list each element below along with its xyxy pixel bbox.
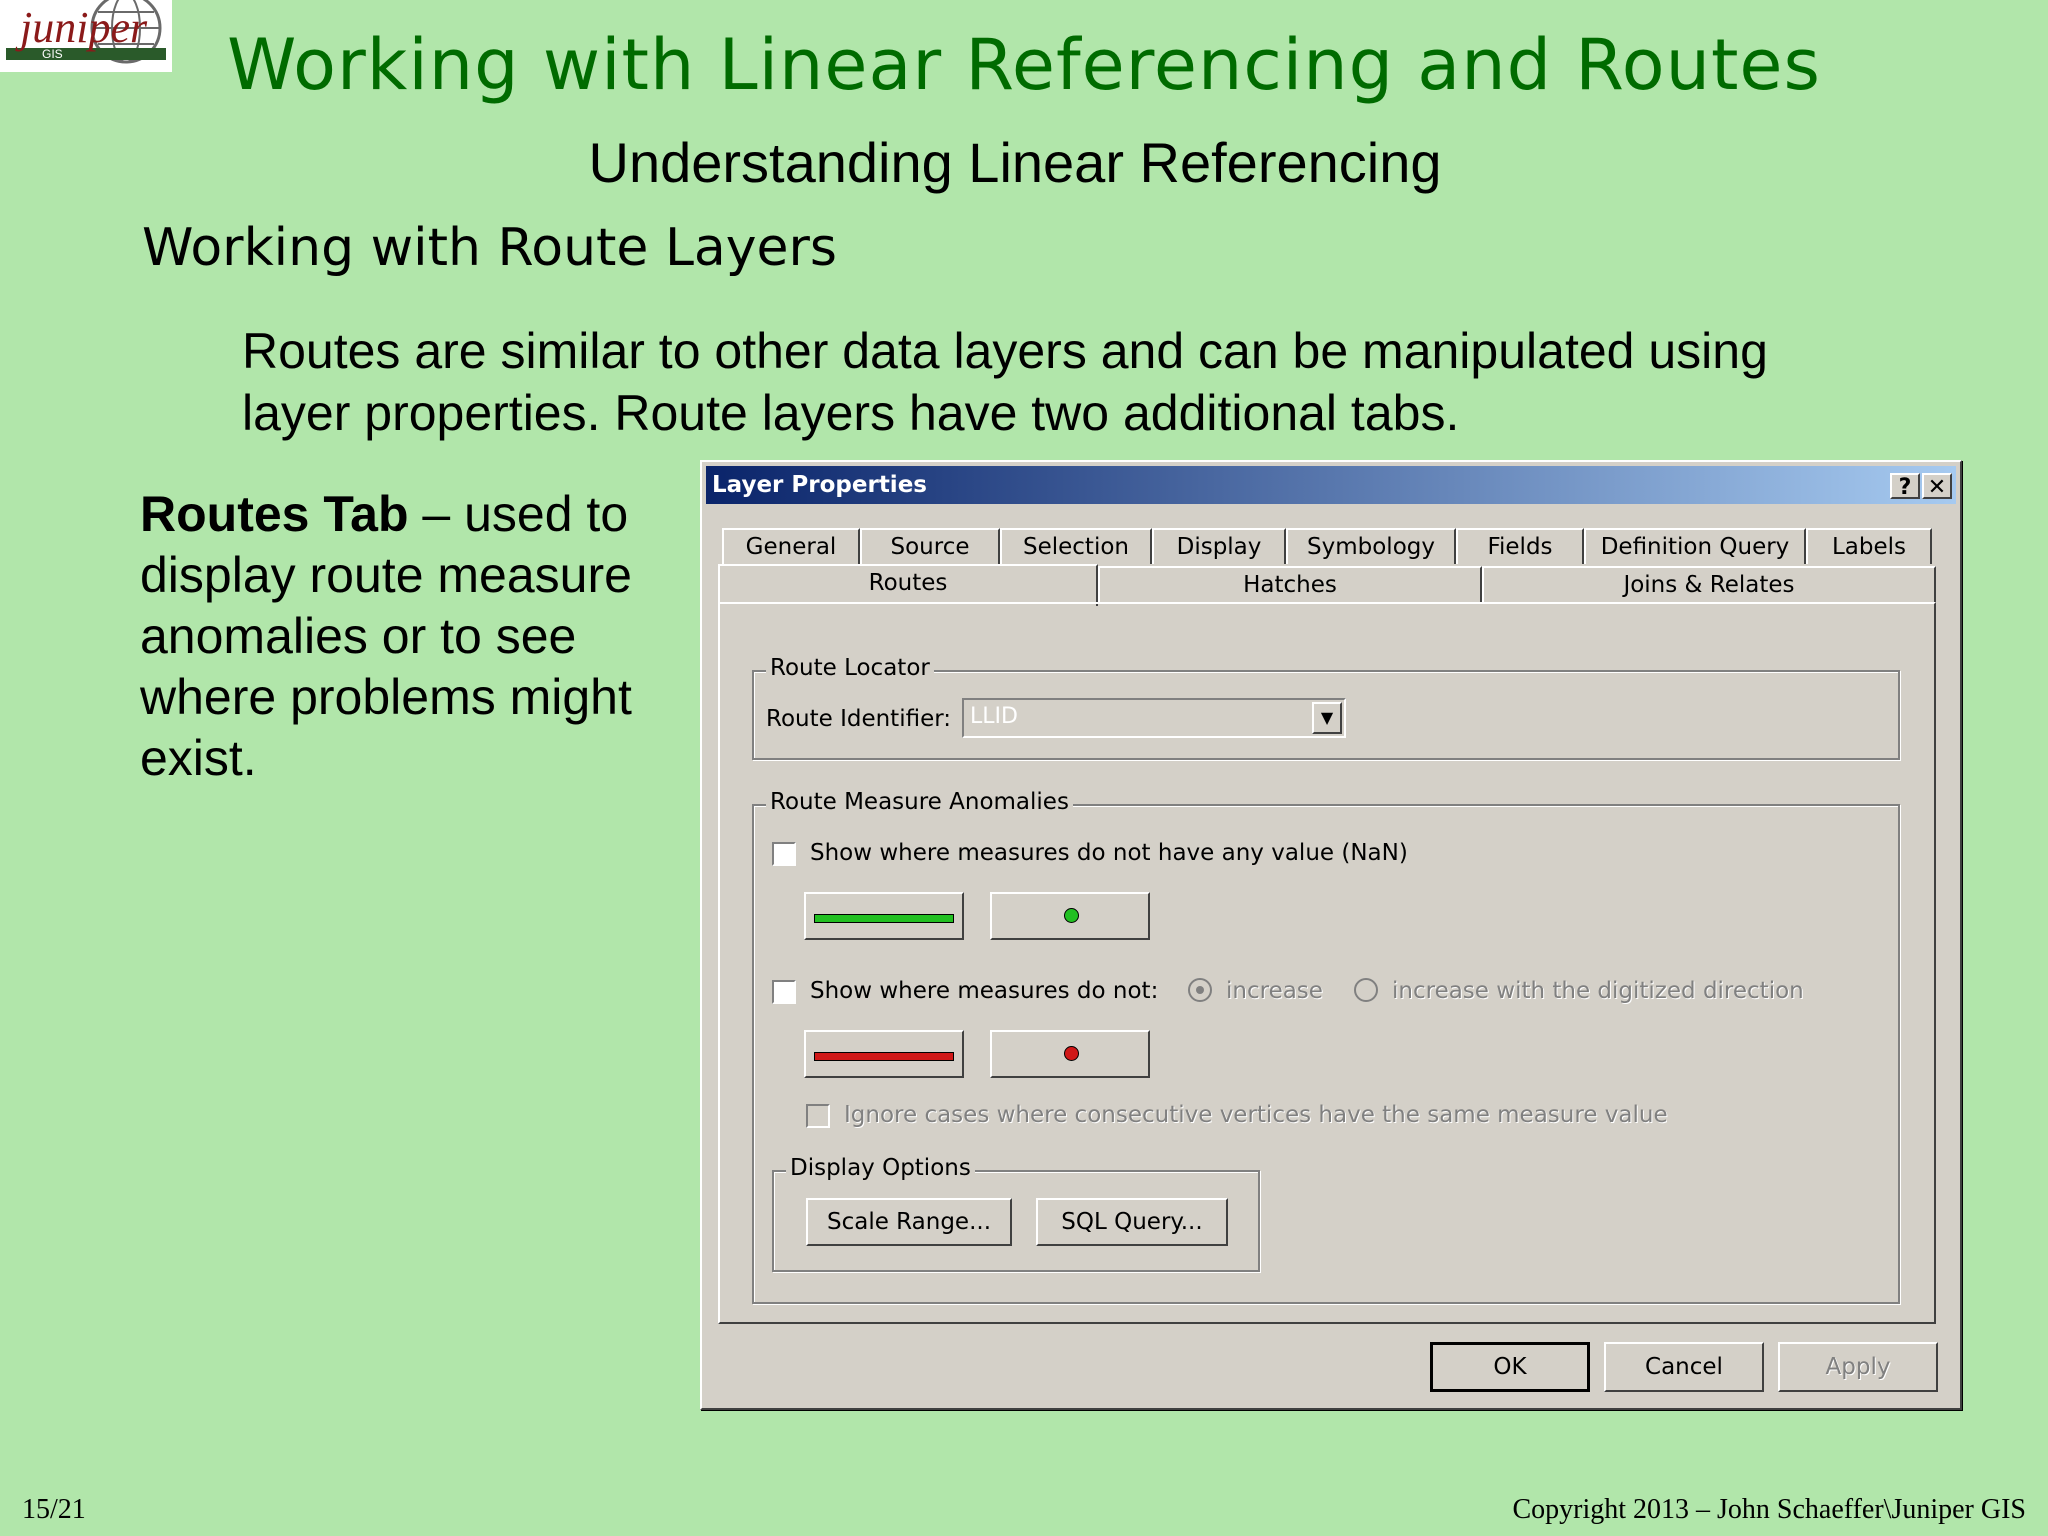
ok-button[interactable]: OK [1430, 1342, 1590, 1392]
copyright: Copyright 2013 – John Schaeffer\Juniper … [1512, 1494, 2026, 1525]
slide-subtitle: Understanding Linear Referencing [588, 131, 1442, 194]
dialog-titlebar[interactable]: Layer Properties ? ✕ [706, 466, 1956, 504]
radio-selected-dot [1196, 986, 1204, 994]
radio-digitized-direction[interactable] [1354, 978, 1378, 1002]
routes-tab-panel: Route Locator Route Identifier: LLID ▼ R… [718, 602, 1936, 1324]
route-identifier-label: Route Identifier: [766, 706, 952, 732]
ignore-consecutive-checkbox[interactable] [806, 1104, 830, 1128]
tab-joins-relates[interactable]: Joins & Relates [1482, 566, 1936, 602]
tab-selection[interactable]: Selection [1000, 528, 1152, 564]
tab-fields[interactable]: Fields [1456, 528, 1584, 564]
nan-label: Show where measures do not have any valu… [810, 840, 1408, 866]
close-button[interactable]: ✕ [1922, 473, 1952, 500]
sql-query-button[interactable]: SQL Query... [1036, 1198, 1228, 1246]
tab-routes[interactable]: Routes [718, 564, 1098, 606]
routes-tab-description: Routes Tab – used to display route measu… [140, 484, 680, 789]
not-increase-line-symbol-button[interactable] [804, 1030, 964, 1078]
route-locator-legend: Route Locator [766, 655, 934, 681]
intro-line-2: layer properties. Route layers have two … [242, 385, 1460, 441]
not-increase-label: Show where measures do not: [810, 978, 1159, 1004]
radio-increase-label: increase [1226, 978, 1323, 1004]
tab-source[interactable]: Source [860, 528, 1000, 564]
section-heading: Working with Route Layers [142, 218, 838, 278]
apply-button[interactable]: Apply [1778, 1342, 1938, 1392]
tab-labels[interactable]: Labels [1806, 528, 1932, 564]
dialog-title: Layer Properties [712, 472, 927, 498]
route-identifier-value: LLID [970, 704, 1018, 729]
display-options-legend: Display Options [786, 1155, 975, 1181]
anomalies-legend: Route Measure Anomalies [766, 789, 1073, 815]
tab-symbology[interactable]: Symbology [1286, 528, 1456, 564]
green-line-icon [814, 914, 954, 923]
not-increase-checkbox[interactable] [772, 980, 796, 1004]
radio-digitized-label: increase with the digitized direction [1392, 978, 1804, 1004]
slide-title: Working with Linear Referencing and Rout… [227, 24, 1821, 106]
intro-text: Routes are similar to other data layers … [242, 320, 1862, 444]
cancel-button[interactable]: Cancel [1604, 1342, 1764, 1392]
display-options-group: Display Options Scale Range... SQL Query… [772, 1155, 1260, 1272]
route-measure-anomalies-group: Route Measure Anomalies Show where measu… [752, 789, 1900, 1304]
red-line-icon [814, 1052, 954, 1061]
green-point-icon [1064, 908, 1079, 923]
nan-line-symbol-button[interactable] [804, 892, 964, 940]
red-point-icon [1064, 1046, 1079, 1061]
intro-line-1: Routes are similar to other data layers … [242, 323, 1768, 379]
not-increase-point-symbol-button[interactable] [990, 1030, 1150, 1078]
page-number: 15/21 [22, 1494, 86, 1525]
radio-increase[interactable] [1188, 978, 1212, 1002]
tab-definition-query[interactable]: Definition Query [1584, 528, 1806, 564]
dropdown-arrow-icon[interactable]: ▼ [1312, 702, 1342, 734]
tab-general[interactable]: General [722, 528, 860, 564]
help-button[interactable]: ? [1890, 473, 1920, 500]
nan-checkbox[interactable] [772, 842, 796, 866]
nan-point-symbol-button[interactable] [990, 892, 1150, 940]
tab-hatches[interactable]: Hatches [1098, 566, 1482, 602]
routes-tab-bold: Routes Tab [140, 486, 409, 542]
route-identifier-select[interactable]: LLID ▼ [962, 698, 1346, 738]
ignore-consecutive-label: Ignore cases where consecutive vertices … [844, 1102, 1668, 1128]
layer-properties-dialog: Layer Properties ? ✕ General Source Sele… [700, 460, 1962, 1410]
tab-display[interactable]: Display [1152, 528, 1286, 564]
scale-range-button[interactable]: Scale Range... [806, 1198, 1012, 1246]
route-locator-group: Route Locator Route Identifier: LLID ▼ [752, 655, 1900, 760]
